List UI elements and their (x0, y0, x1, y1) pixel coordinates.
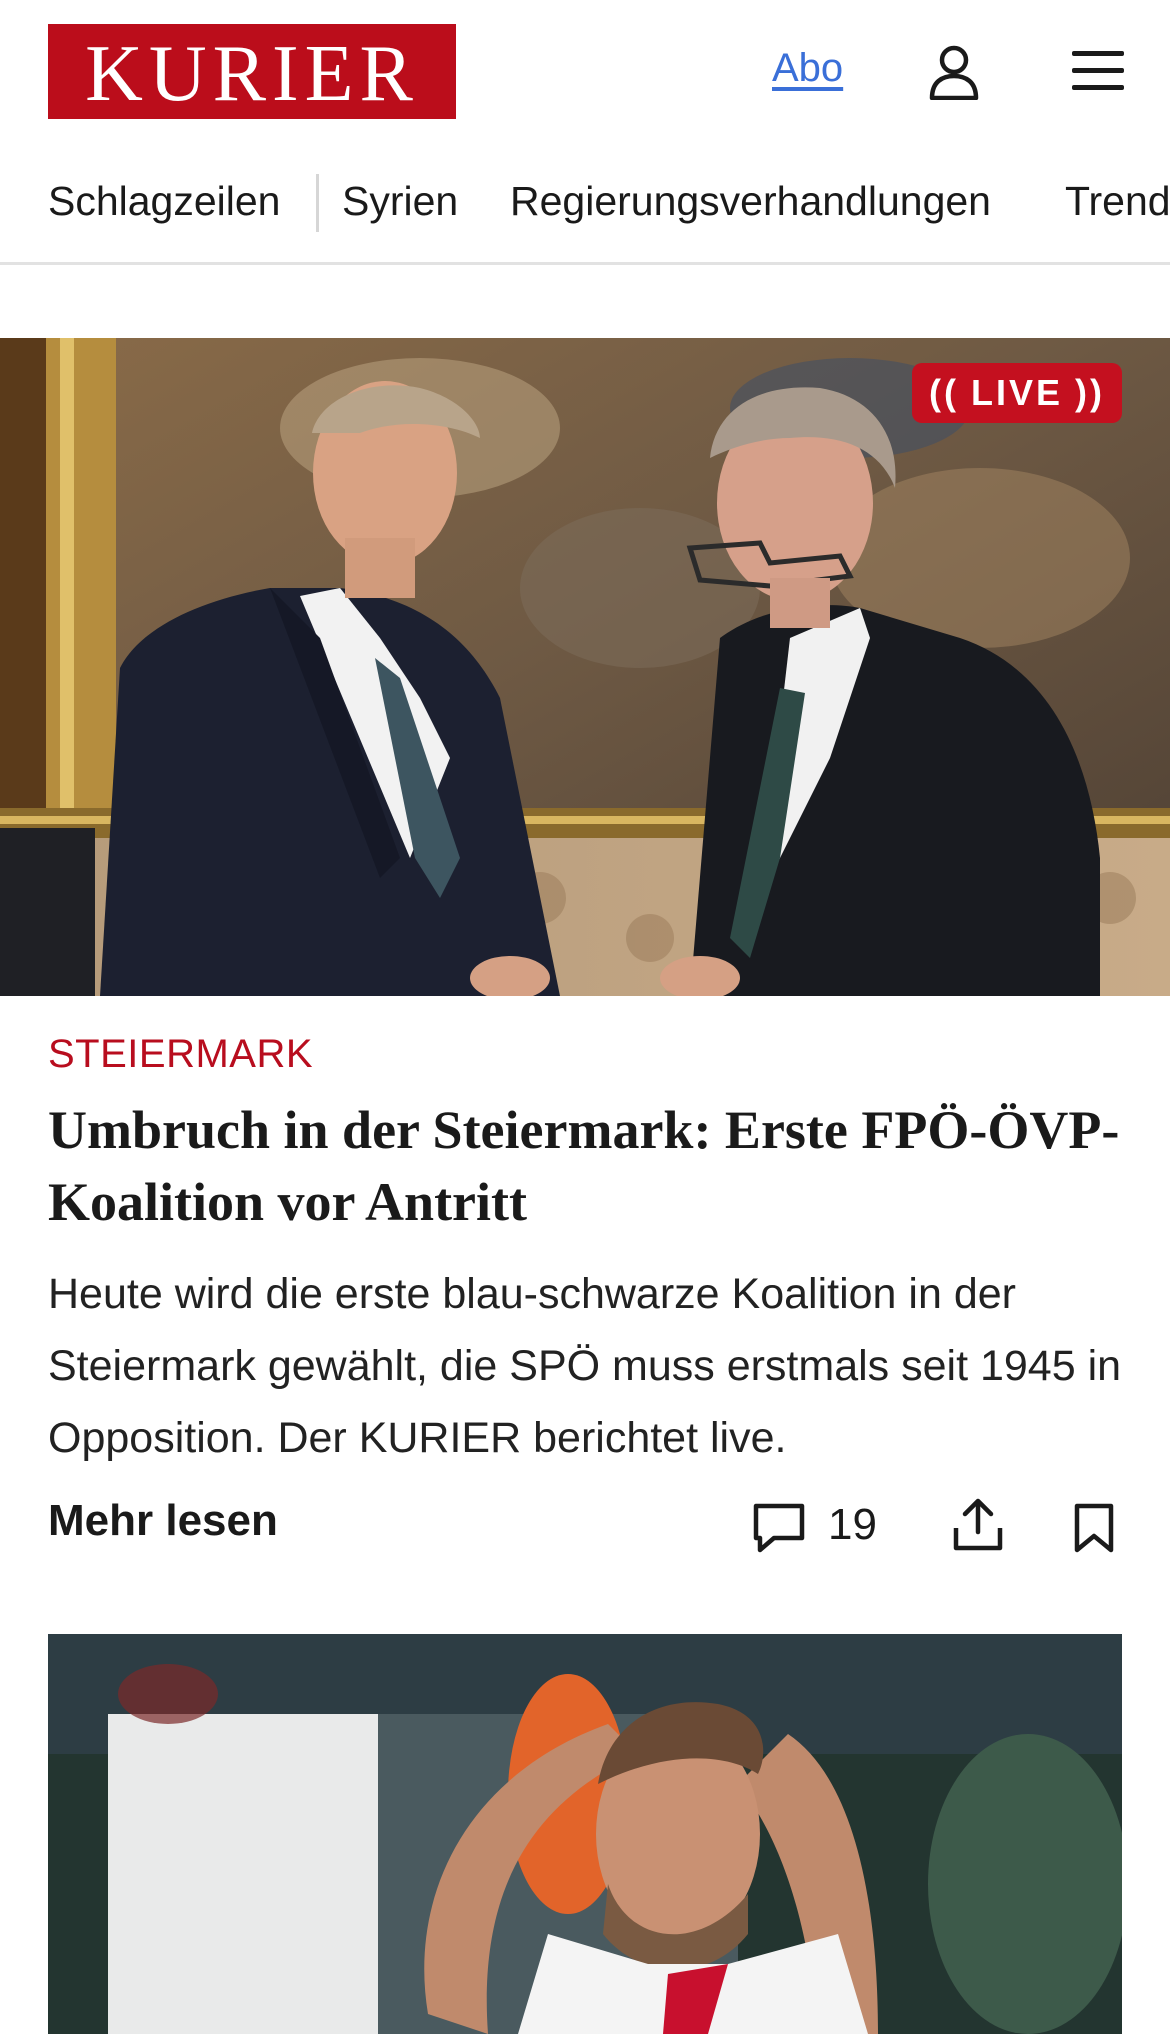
hero-image[interactable] (0, 338, 1170, 996)
nav-item-schlagzeilen[interactable]: Schlagzeilen (48, 178, 281, 225)
abo-link[interactable]: Abo (772, 46, 843, 91)
nav-item-trend[interactable]: Trend (1065, 178, 1170, 225)
second-article-image[interactable] (48, 1634, 1122, 2034)
live-badge: (( LIVE )) (912, 363, 1122, 423)
topic-navigation: Schlagzeilen Syrien Regierungsverhandlun… (0, 150, 1170, 265)
article-kicker[interactable]: STEIERMARK (48, 1032, 313, 1077)
read-more-link[interactable]: Mehr lesen (48, 1496, 278, 1546)
share-icon[interactable] (952, 1496, 1004, 1552)
nav-divider (316, 174, 319, 232)
site-header: KURIER Abo (0, 0, 1170, 150)
comment-icon[interactable] (752, 1502, 806, 1554)
logo-text: KURIER (85, 29, 419, 118)
nav-item-regierungsverhandlungen[interactable]: Regierungsverhandlungen (510, 178, 991, 225)
live-badge-left-waves-icon: (( (929, 372, 959, 413)
article-headline[interactable]: Umbruch in der Steiermark: Erste FPÖ-ÖVP… (48, 1094, 1128, 1238)
nav-item-syrien[interactable]: Syrien (342, 178, 458, 225)
bookmark-icon[interactable] (1072, 1502, 1116, 1554)
live-badge-label: LIVE (970, 372, 1063, 413)
kurier-logo[interactable]: KURIER (48, 24, 456, 119)
comment-count[interactable]: 19 (828, 1500, 877, 1550)
article-teaser[interactable]: Heute wird die erste blau-schwarze Koali… (48, 1258, 1138, 1474)
hamburger-menu-icon[interactable] (1072, 48, 1124, 94)
live-badge-right-waves-icon: )) (1075, 372, 1105, 413)
user-icon[interactable] (928, 44, 980, 101)
